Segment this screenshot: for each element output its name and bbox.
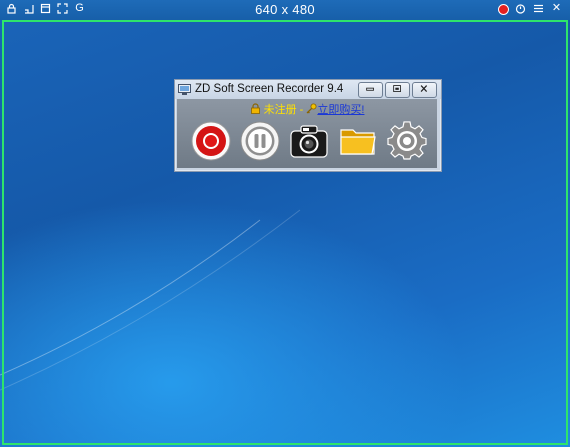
record-button[interactable] [191, 121, 231, 161]
minimize-button[interactable] [358, 82, 383, 98]
capture-toolbar: G 640 x 480 ✕ [0, 0, 570, 20]
gear-icon [387, 121, 427, 160]
pause-button[interactable] [240, 121, 280, 161]
buy-now-link[interactable]: 立即购买! [317, 104, 364, 116]
minimize-icon [366, 87, 374, 91]
screenshot-button[interactable] [289, 121, 329, 161]
recorder-body: 未注册 - 立即购买! [177, 99, 437, 168]
list-icon[interactable] [533, 3, 544, 14]
app-monitor-icon [178, 83, 191, 95]
close-button[interactable] [412, 82, 437, 98]
capture-size-label: 640 x 480 [255, 2, 315, 17]
recorder-title-bar[interactable]: ZD Soft Screen Recorder 9.4 [175, 80, 441, 99]
recorder-window[interactable]: ZD Soft Screen Recorder 9.4 未注册 - 立即购买! [174, 79, 442, 172]
settings-button[interactable] [387, 121, 427, 161]
record-icon [191, 121, 231, 161]
open-folder-button[interactable] [338, 121, 378, 161]
camera-icon [290, 125, 328, 158]
key-icon [306, 103, 317, 114]
separator-text: - [296, 104, 307, 116]
close-icon[interactable]: ✕ [551, 3, 562, 14]
registration-line: 未注册 - 立即购买! [177, 101, 437, 117]
unregistered-label: 未注册 [263, 104, 297, 116]
stop-record-icon[interactable] [497, 3, 509, 15]
restore-button[interactable] [385, 82, 410, 98]
close-x-icon [420, 85, 428, 92]
lock-icon [250, 103, 261, 114]
restore-icon [393, 85, 401, 92]
folder-icon [340, 129, 376, 155]
timer-icon[interactable] [515, 3, 526, 14]
window-title: ZD Soft Screen Recorder 9.4 [195, 83, 344, 95]
pause-icon [240, 121, 280, 161]
